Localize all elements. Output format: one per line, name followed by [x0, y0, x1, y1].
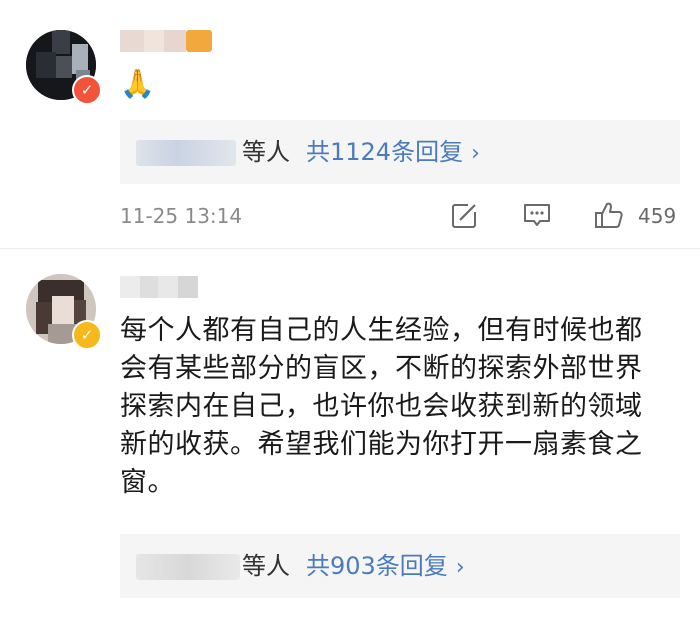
username-blurred[interactable]: [120, 30, 212, 52]
reply-count-link[interactable]: 共903条回复 ›: [306, 550, 465, 584]
like-count: 459: [638, 204, 677, 228]
reply-count-link[interactable]: 共1124条回复 ›: [306, 136, 480, 170]
comment-text-line: 窗。: [120, 467, 175, 498]
chevron-right-icon: ›: [455, 555, 465, 580]
verified-badge: ✓: [72, 75, 102, 105]
reply-etal-label: 等人: [242, 138, 290, 166]
reply-summary[interactable]: 等人 共903条回复 ›: [120, 534, 680, 598]
thumbs-up-icon[interactable]: [594, 200, 624, 230]
comment-text-line: 探索内在自己，也许你也会收获到新的领域: [120, 391, 643, 422]
share-icon[interactable]: [450, 200, 480, 230]
comment-item: ✓ 每个人都有自己的人生经验，但有时候也都 会有某些部分的盲区，不断的探索外部世…: [0, 250, 700, 617]
replier-names-blurred: [136, 554, 240, 580]
pray-emoji: 🙏: [120, 67, 155, 100]
chevron-right-icon: ›: [471, 141, 480, 166]
reply-count-label: 共1124条回复: [306, 138, 464, 166]
username-blurred[interactable]: [120, 276, 198, 298]
check-icon: ✓: [80, 326, 94, 344]
timestamp: 11-25 13:14: [120, 204, 243, 228]
divider: [0, 248, 700, 249]
verified-badge: ✓: [72, 320, 102, 350]
reply-summary[interactable]: 等人 共1124条回复 ›: [120, 120, 680, 184]
comment-text: 每个人都有自己的人生经验，但有时候也都 会有某些部分的盲区，不断的探索外部世界 …: [120, 312, 680, 502]
reply-count-label: 共903条回复: [306, 552, 448, 580]
comment-text-line: 会有某些部分的盲区，不断的探索外部世界: [120, 353, 643, 384]
replier-names-blurred: [136, 140, 236, 166]
reply-etal-label: 等人: [242, 552, 290, 580]
comment-item: ✓ 🙏 等人 共1124条回复 › 11-25 13:14 459: [0, 0, 700, 250]
comment-feed: ✓ 🙏 等人 共1124条回复 › 11-25 13:14 459 ✓ 每个人都…: [0, 0, 700, 617]
comment-icon[interactable]: [522, 200, 552, 230]
comment-meta: 11-25 13:14 459: [0, 196, 700, 236]
comment-text-line: 每个人都有自己的人生经验，但有时候也都: [120, 315, 643, 346]
check-icon: ✓: [80, 81, 94, 99]
comment-text-line: 新的收获。希望我们能为你打开一扇素食之: [120, 429, 643, 460]
